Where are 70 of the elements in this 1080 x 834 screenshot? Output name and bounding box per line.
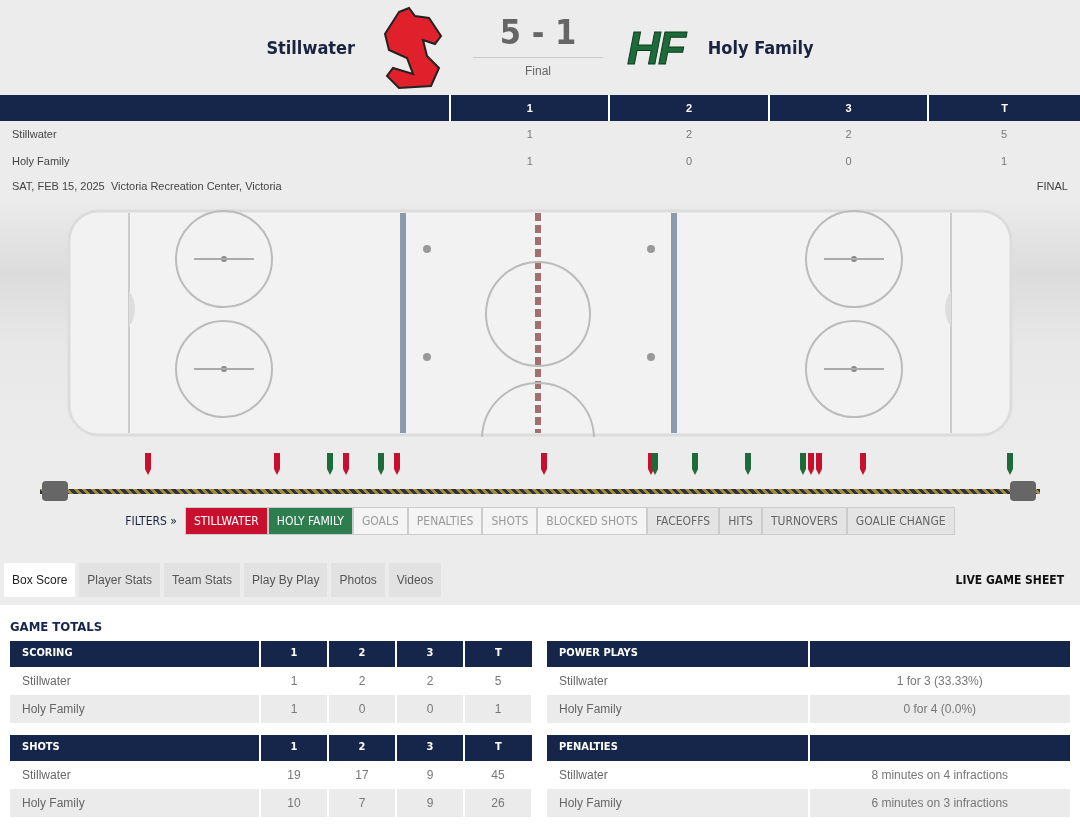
tab[interactable]: Videos <box>388 563 442 597</box>
team-cell-text: Holy Family <box>11 154 71 170</box>
table-cell: 1 <box>260 694 328 723</box>
team-cell: Holy Family <box>547 788 809 817</box>
section-title: GAME TOTALS <box>10 618 104 636</box>
event-marker-icon[interactable] <box>800 453 806 475</box>
table-cell: 26 <box>464 788 532 817</box>
table-cell: 0 <box>328 694 396 723</box>
event-marker-icon[interactable] <box>541 453 547 475</box>
table-cell: 1 <box>464 694 532 723</box>
table-cell: 0 for 4 (0.0%) <box>808 694 1070 723</box>
table-cell: 7 <box>328 788 396 817</box>
home-team-name: Stillwater <box>266 36 356 60</box>
column-heading: T <box>464 734 532 761</box>
filter-button[interactable]: GOALIE CHANGE <box>846 507 955 535</box>
filter-button[interactable]: TURNOVERS <box>761 507 847 535</box>
tab[interactable]: Team Stats <box>164 563 241 597</box>
filters-label: FILTERS » <box>125 513 177 530</box>
table-cell: 10 <box>260 788 328 817</box>
event-marker-icon[interactable] <box>692 453 698 475</box>
event-marker-icon[interactable] <box>378 453 384 475</box>
live-game-sheet-link[interactable]: LIVE GAME SHEET <box>955 571 1064 589</box>
team-cell: Stillwater <box>0 121 450 148</box>
event-marker-icon[interactable] <box>394 453 400 475</box>
game-status: Final <box>473 57 604 80</box>
event-marker-icon[interactable] <box>652 453 658 475</box>
team-cell: Holy Family <box>10 694 260 723</box>
filter-button[interactable]: STILLWATER <box>184 507 268 535</box>
timeline-handle[interactable] <box>42 481 68 501</box>
column-heading: T <box>928 95 1080 121</box>
team-cell: Holy Family <box>547 694 809 723</box>
tab[interactable]: Box Score <box>4 563 76 597</box>
table-cell: 8 minutes on 4 infractions <box>808 760 1070 789</box>
table-cell: 5 <box>928 121 1080 148</box>
team-logo: HF <box>627 24 684 71</box>
event-marker-icon[interactable] <box>145 453 151 475</box>
table-cell: 2 <box>609 121 769 148</box>
event-marker-icon[interactable] <box>808 453 814 475</box>
table-cell: 0 <box>396 694 464 723</box>
table-cell: 1 for 3 (33.33%) <box>808 666 1070 695</box>
timeline-handle[interactable] <box>1010 481 1036 501</box>
table-cell: 9 <box>396 788 464 817</box>
event-marker-icon[interactable] <box>1007 453 1013 475</box>
table-cell-text: 0 <box>685 154 694 170</box>
game-info: SAT, FEB 15, 2025 Victoria Recreation Center, Victoria <box>12 178 282 194</box>
filter-button[interactable]: HOLY FAMILY <box>267 507 353 535</box>
column-heading: 3 <box>768 95 929 121</box>
table-cell: 2 <box>768 121 929 148</box>
event-marker-icon[interactable] <box>327 453 333 475</box>
table-cell: 1 <box>450 121 610 148</box>
team-cell: Holy Family <box>10 788 260 817</box>
event-marker-icon[interactable] <box>860 453 866 475</box>
tab[interactable]: Play By Play <box>244 563 328 597</box>
event-marker-icon[interactable] <box>816 453 822 475</box>
tab[interactable]: Photos <box>331 563 385 597</box>
table-cell: 6 minutes on 3 infractions <box>808 788 1070 817</box>
column-heading: 2 <box>609 95 769 121</box>
filter-button[interactable]: FACEOFFS <box>646 507 720 535</box>
event-marker-icon[interactable] <box>274 453 280 475</box>
game-status: FINAL <box>1036 178 1068 194</box>
final-score: 5 - 1 <box>499 15 577 54</box>
table-cell-text: 1 <box>525 154 534 170</box>
event-marker-icon[interactable] <box>745 453 751 475</box>
column-heading: 1 <box>450 95 610 121</box>
away-team-name: Holy Family <box>707 36 814 60</box>
table-cell-text: 0 <box>844 154 853 170</box>
event-marker-icon[interactable] <box>343 453 349 475</box>
tab[interactable]: Player Stats <box>79 563 161 597</box>
filter-button[interactable]: HITS <box>719 507 762 535</box>
table-cell-text: 1 <box>1000 154 1009 170</box>
